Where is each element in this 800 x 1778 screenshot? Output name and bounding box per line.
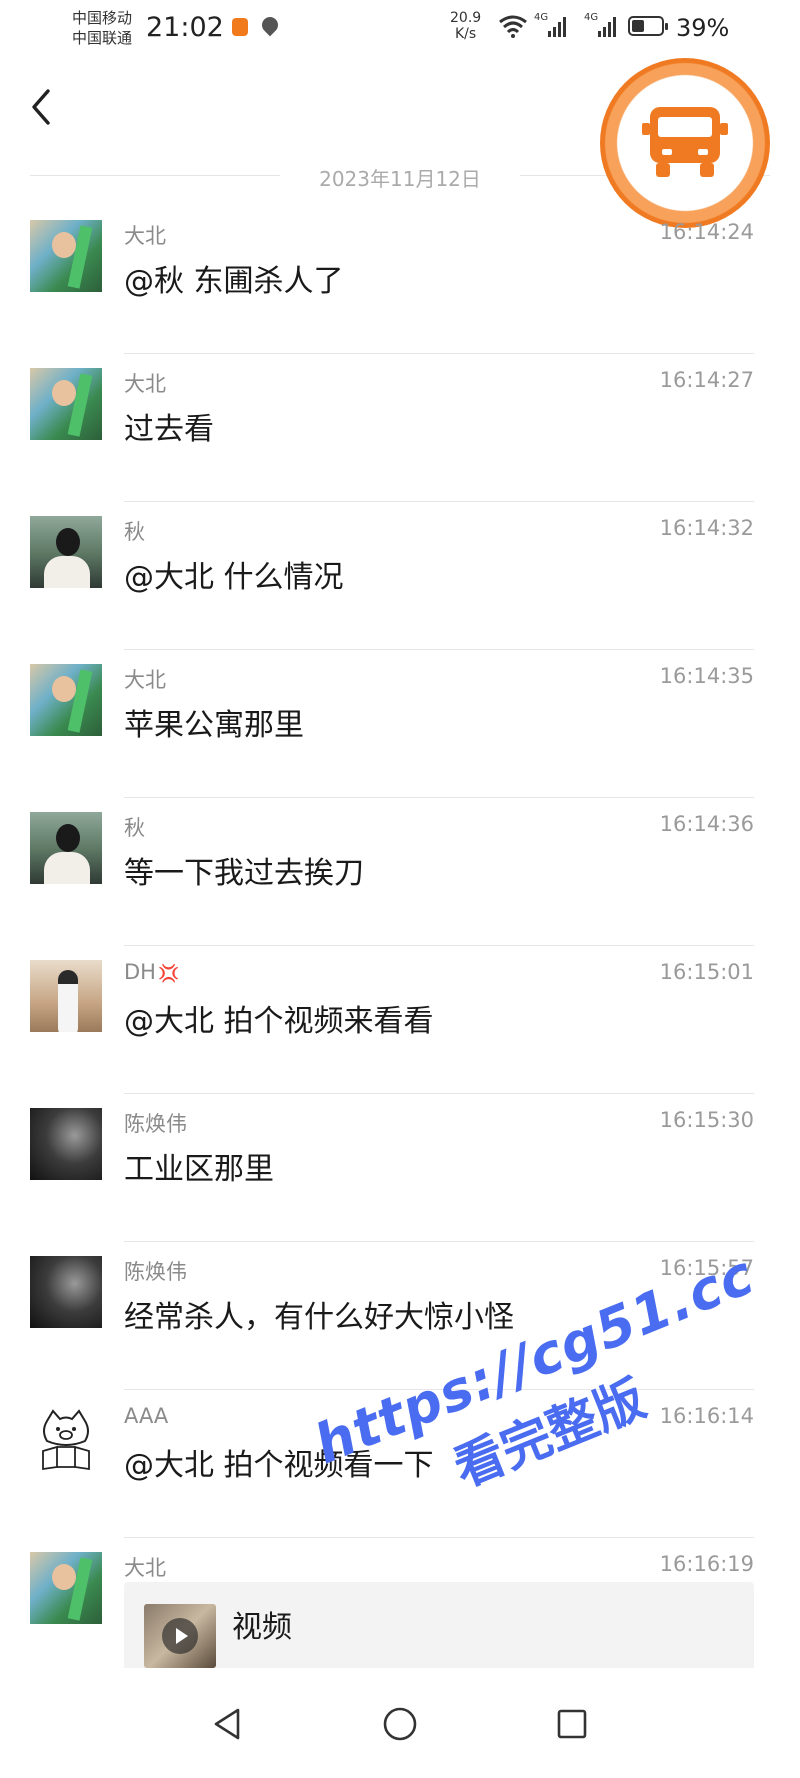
avatar[interactable] (30, 220, 102, 292)
message-row[interactable]: DH 💢 16:15:01 @大北 拍个视频来看看 (0, 946, 800, 1094)
signal-type-1: 4G (534, 12, 549, 23)
message-text: @秋 东圃杀人了 (124, 264, 344, 299)
message-time: 16:14:24 (659, 220, 754, 244)
sender-name: DH 💢 (124, 960, 179, 984)
van-icon (642, 107, 728, 177)
sender-name: AAA (124, 1404, 169, 1428)
carrier-1: 中国移动 (72, 9, 133, 27)
message-time: 16:16:19 (659, 1552, 754, 1576)
message-row[interactable]: AAA 16:16:14 @大北 拍个视频看一下 (0, 1390, 800, 1538)
signal-bars-1-icon (548, 15, 566, 37)
message-row[interactable]: 陈焕伟 16:15:57 经常杀人，有什么好大惊小怪 (0, 1242, 800, 1390)
nav-recent-button[interactable] (544, 1696, 600, 1752)
video-message-card[interactable]: 视频 (124, 1582, 754, 1672)
video-title: 视频 (232, 1610, 292, 1645)
message-text: @大北 什么情况 (124, 560, 344, 595)
sender-name: 秋 (124, 816, 145, 840)
play-icon[interactable] (162, 1618, 198, 1654)
bus-notification-icon (232, 18, 248, 36)
anger-emoji-icon: 💢 (157, 964, 180, 984)
message-text: 过去看 (124, 412, 214, 447)
system-navigation-bar (0, 1668, 800, 1778)
message-text: 苹果公寓那里 (124, 708, 304, 743)
video-thumbnail[interactable] (144, 1604, 216, 1668)
message-time: 16:14:27 (659, 368, 754, 392)
battery-level-fill (632, 20, 645, 32)
avatar[interactable] (30, 1404, 102, 1476)
sender-name: 大北 (124, 668, 166, 692)
message-time: 16:16:14 (659, 1404, 754, 1428)
network-speed-value: 20.9 (450, 10, 482, 26)
battery-icon (628, 16, 668, 36)
sender-name-text: DH (124, 960, 156, 984)
cat-doodle-icon (42, 1409, 90, 1471)
avatar[interactable] (30, 1108, 102, 1180)
network-speed: 20.9 K/s (450, 10, 481, 42)
avatar[interactable] (30, 1256, 102, 1328)
message-row[interactable]: 大北 16:16:19 视频 (0, 1538, 800, 1686)
sender-name: 秋 (124, 520, 145, 544)
status-bar: 中国移动 中国联通 21:02 20.9 K/s 4G 4G 39% (0, 0, 800, 58)
signal-type-2: 4G (584, 12, 599, 23)
chevron-left-icon (32, 89, 50, 125)
sender-name: 大北 (124, 224, 166, 248)
avatar[interactable] (30, 812, 102, 884)
floating-bus-button[interactable] (600, 58, 770, 228)
wifi-icon (498, 14, 528, 44)
battery-percent: 39% (676, 14, 730, 42)
message-text: @大北 拍个视频来看看 (124, 1004, 434, 1039)
message-row[interactable]: 秋 16:14:32 @大北 什么情况 (0, 502, 800, 650)
message-time: 16:15:57 (659, 1256, 754, 1280)
avatar[interactable] (30, 368, 102, 440)
message-row[interactable]: 大北 16:14:35 苹果公寓那里 (0, 650, 800, 798)
sender-name: 大北 (124, 372, 166, 396)
message-text: 等一下我过去挨刀 (124, 856, 364, 891)
avatar[interactable] (30, 1552, 102, 1624)
carrier-names: 中国移动 中国联通 (72, 8, 132, 48)
message-text: @大北 拍个视频看一下 (124, 1448, 434, 1483)
message-row[interactable]: 秋 16:14:36 等一下我过去挨刀 (0, 798, 800, 946)
status-clock: 21:02 (146, 12, 224, 43)
avatar[interactable] (30, 960, 102, 1032)
message-row[interactable]: 大北 16:14:24 @秋 东圃杀人了 (0, 206, 800, 354)
message-row[interactable]: 大北 16:14:27 过去看 (0, 354, 800, 502)
message-row[interactable]: 陈焕伟 16:15:30 工业区那里 (0, 1094, 800, 1242)
avatar[interactable] (30, 516, 102, 588)
nav-back-button[interactable] (200, 1696, 256, 1752)
message-time: 16:14:32 (659, 516, 754, 540)
message-text: 经常杀人，有什么好大惊小怪 (124, 1300, 514, 1335)
square-recent-icon (557, 1709, 587, 1739)
message-time: 16:14:36 (659, 812, 754, 836)
carrier-2: 中国联通 (72, 29, 133, 47)
sender-name: 大北 (124, 1556, 166, 1580)
nav-home-button[interactable] (372, 1696, 428, 1752)
avatar[interactable] (30, 664, 102, 736)
sender-name: 陈焕伟 (124, 1260, 187, 1284)
triangle-back-icon (214, 1708, 240, 1740)
message-time: 16:14:35 (659, 664, 754, 688)
circle-home-icon (383, 1707, 417, 1741)
network-speed-unit: K/s (454, 26, 477, 42)
signal-bars-2-icon (598, 15, 616, 37)
message-time: 16:15:01 (659, 960, 754, 984)
message-text: 工业区那里 (124, 1152, 274, 1187)
sender-name: 陈焕伟 (124, 1112, 187, 1136)
message-time: 16:15:30 (659, 1108, 754, 1132)
location-icon (258, 13, 282, 37)
back-button[interactable] (22, 82, 62, 132)
